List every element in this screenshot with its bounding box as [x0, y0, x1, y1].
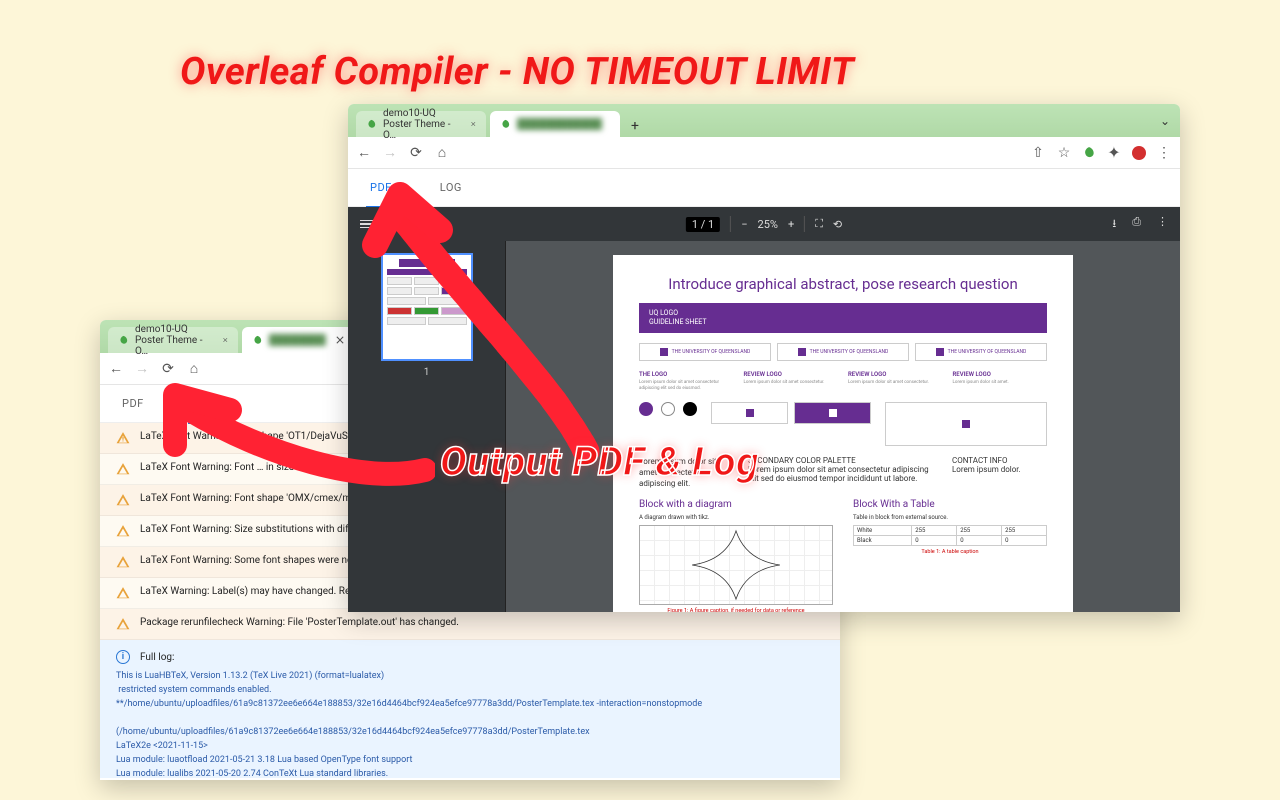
- menu-icon[interactable]: ⋮: [1156, 145, 1172, 161]
- figure-caption: Figure 1: A figure caption, if needed fo…: [639, 608, 833, 612]
- full-log-title: Full log:: [140, 652, 174, 663]
- browser-tab[interactable]: demo10-UQ Poster Theme - O…: [108, 327, 238, 353]
- log-warning[interactable]: Package rerunfilecheck Warning: File 'Po…: [100, 609, 840, 640]
- warning-icon: [116, 493, 130, 507]
- logo-row: THE UNIVERSITY OF QUEENSLAND THE UNIVERS…: [639, 343, 1047, 361]
- section-row: THE LOGOLorem ipsum dolor sit amet conse…: [639, 371, 1047, 392]
- overleaf-ext-icon[interactable]: [1082, 146, 1096, 160]
- zoom-in-icon[interactable]: +: [788, 218, 794, 231]
- warning-icon: [116, 462, 130, 476]
- print-icon[interactable]: ⎙: [1132, 215, 1141, 234]
- reload-icon[interactable]: ⟳: [408, 145, 424, 161]
- overleaf-icon: [366, 119, 377, 130]
- rotate-icon[interactable]: ⟲: [833, 218, 842, 231]
- tab-label: demo10-UQ Poster Theme - O…: [383, 108, 461, 141]
- close-icon[interactable]: [336, 336, 344, 344]
- address-bar: ← → ⟳ ⌂ ⇧ ☆ ✦ ⋮: [348, 137, 1180, 169]
- warning-icon: [116, 586, 130, 600]
- browser-tab[interactable]: demo10-UQ Poster Theme - O…: [356, 111, 486, 137]
- star-icon[interactable]: ☆: [1056, 145, 1072, 161]
- poster-title: Introduce graphical abstract, pose resea…: [639, 275, 1047, 293]
- pdf-page: Introduce graphical abstract, pose resea…: [613, 255, 1073, 612]
- color-swatches: [639, 402, 697, 416]
- upload-icon[interactable]: ⇧: [1030, 145, 1046, 161]
- overleaf-icon: [118, 335, 129, 346]
- chevron-down-icon[interactable]: ⌄: [1160, 114, 1170, 128]
- back-icon[interactable]: ←: [108, 361, 124, 377]
- arrow-annotation: [145, 375, 435, 505]
- fit-page-icon[interactable]: ⛶: [815, 217, 823, 231]
- zoom-level[interactable]: 25%: [758, 218, 778, 231]
- info-icon: i: [116, 650, 130, 664]
- tab-label-blurred: ████████: [269, 335, 326, 346]
- table-caption: Table 1: A table caption: [853, 549, 1047, 555]
- full-log-body[interactable]: This is LuaHBTeX, Version 1.13.2 (TeX Li…: [116, 670, 824, 778]
- warning-icon: [116, 555, 130, 569]
- tab-pdf[interactable]: PDF: [118, 385, 148, 422]
- extensions-icon[interactable]: ✦: [1106, 145, 1122, 161]
- home-icon[interactable]: ⌂: [434, 145, 450, 161]
- block-diagram-heading: Block with a diagram: [639, 499, 833, 510]
- warning-icon: [116, 617, 130, 631]
- warning-icon: [116, 431, 130, 445]
- block-table-heading: Block With a Table: [853, 499, 1047, 510]
- zoom-out-icon[interactable]: −: [741, 218, 747, 231]
- tikz-diagram: [639, 525, 833, 605]
- browser-tabstrip: demo10-UQ Poster Theme - O… ████████████…: [348, 104, 1180, 137]
- new-tab-button[interactable]: +: [624, 115, 646, 137]
- headline: Overleaf Compiler - NO TIMEOUT LIMIT: [180, 50, 854, 94]
- back-icon[interactable]: ←: [356, 145, 372, 161]
- more-icon[interactable]: ⋮: [1157, 215, 1168, 234]
- profile-avatar[interactable]: [1132, 146, 1146, 160]
- overleaf-icon: [500, 119, 511, 130]
- warning-icon: [116, 524, 130, 538]
- download-icon[interactable]: ⭳: [1112, 215, 1116, 234]
- close-icon[interactable]: [223, 336, 228, 344]
- full-log-block: i Full log: This is LuaHBTeX, Version 1.…: [100, 640, 840, 778]
- tab-label: demo10-UQ Poster Theme - O…: [135, 324, 213, 357]
- overleaf-icon: [252, 335, 263, 346]
- tab-label-blurred: ████████████: [517, 119, 602, 130]
- forward-icon[interactable]: →: [382, 145, 398, 161]
- data-table: White255255255 Black000: [853, 525, 1047, 546]
- close-icon[interactable]: [471, 120, 476, 128]
- guideline-banner: UQ LOGO GUIDELINE SHEET: [639, 303, 1047, 333]
- browser-tab-active[interactable]: ████████: [242, 327, 354, 353]
- page-indicator[interactable]: 1 / 1: [686, 218, 720, 231]
- subheadline: Output PDF & Log: [440, 438, 759, 485]
- browser-tab-active[interactable]: ████████████: [490, 111, 620, 137]
